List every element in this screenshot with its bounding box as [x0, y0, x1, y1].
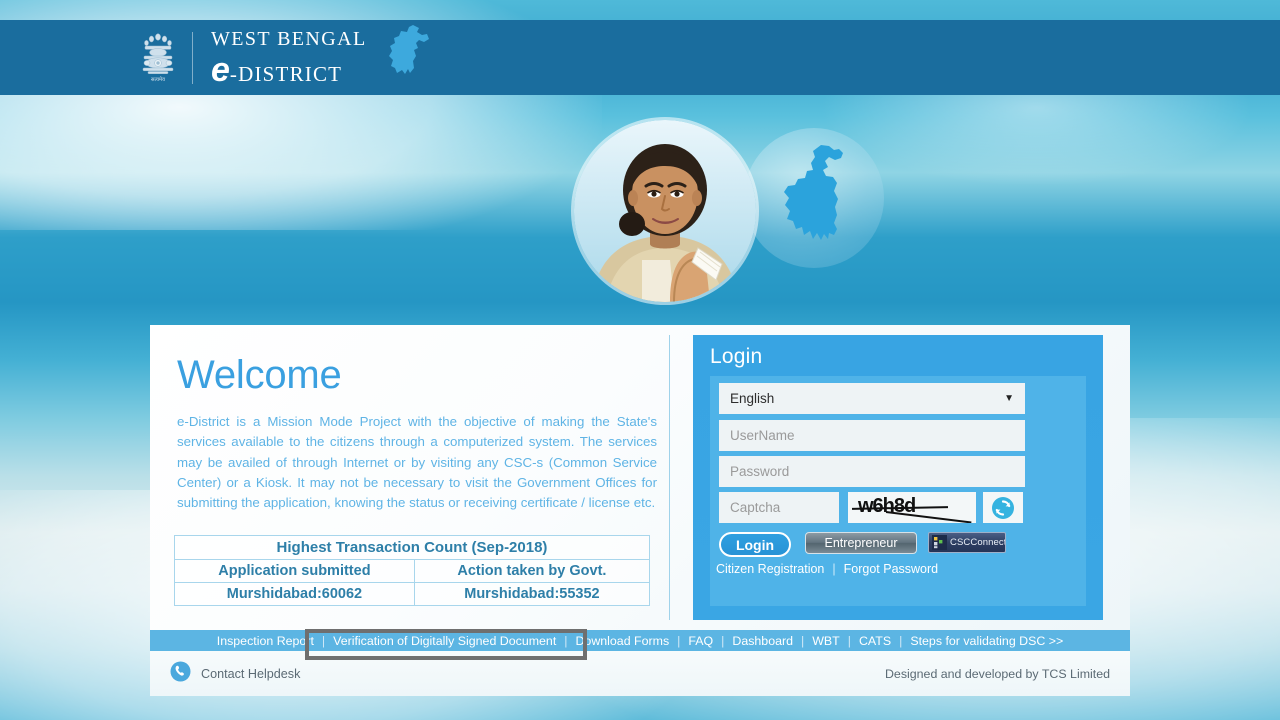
value-action-taken: Murshidabad:55352	[413, 582, 651, 606]
login-panel: Login English ▼ w6h8d	[693, 335, 1103, 620]
csc-connect-button[interactable]: CSCConnect	[928, 532, 1006, 553]
welcome-description: e-District is a Mission Mode Project wit…	[177, 414, 657, 511]
nav-cats[interactable]: CATS	[851, 634, 899, 648]
nav-steps-validating-dsc[interactable]: Steps for validating DSC >>	[902, 634, 1071, 648]
section-divider	[669, 335, 670, 620]
india-state-emblem-icon: सत्यमेव	[138, 27, 178, 89]
captcha-image: w6h8d	[848, 492, 976, 523]
login-panel-title: Login	[710, 345, 763, 368]
table-header-title: Highest Transaction Count (Sep-2018)	[174, 535, 650, 560]
nav-dashboard[interactable]: Dashboard	[724, 634, 801, 648]
csc-connect-label: CSCConnect	[950, 537, 1006, 548]
forgot-password-link[interactable]: Forgot Password	[844, 562, 938, 576]
header-divider	[192, 31, 193, 84]
citizen-registration-link[interactable]: Citizen Registration	[716, 562, 824, 576]
table-row: Highest Transaction Count (Sep-2018)	[174, 535, 650, 560]
nav-faq[interactable]: FAQ	[680, 634, 721, 648]
chevron-down-icon: ▼	[1004, 393, 1014, 404]
svg-text:सत्यमेव: सत्यमेव	[151, 76, 165, 83]
brand-line-west-bengal: West Bengal	[211, 27, 367, 50]
phone-icon	[170, 661, 191, 687]
nav-inspection-report[interactable]: Inspection Report	[209, 634, 322, 648]
table-row: Application submitted Action taken by Go…	[174, 559, 651, 583]
link-separator: |	[832, 562, 836, 576]
captcha-input[interactable]	[719, 492, 839, 523]
brand-district-text: -District	[229, 61, 343, 86]
language-selected-value: English	[730, 391, 775, 406]
brand-line-edistrict: e -District	[211, 53, 367, 87]
value-application-submitted: Murshidabad:60062	[174, 582, 415, 606]
chief-minister-portrait	[574, 120, 756, 302]
entrepreneur-button[interactable]: Entrepreneur	[805, 532, 917, 554]
bottom-bar: Contact Helpdesk Designed and developed …	[150, 651, 1130, 696]
site-brand: West Bengal e -District	[211, 29, 367, 87]
login-form: English ▼ w6h8d Login	[710, 376, 1086, 606]
nav-download-forms[interactable]: Download Forms	[567, 634, 677, 648]
csc-connect-icon	[932, 535, 947, 550]
column-header-action-taken: Action taken by Govt.	[413, 559, 651, 583]
hero-graphics	[574, 120, 886, 320]
username-input[interactable]	[719, 420, 1025, 451]
refresh-captcha-icon[interactable]	[983, 492, 1023, 523]
welcome-section: Welcome e-District is a Mission Mode Pro…	[177, 355, 657, 513]
contact-helpdesk-label: Contact Helpdesk	[201, 666, 301, 681]
contact-helpdesk-link[interactable]: Contact Helpdesk	[170, 661, 300, 687]
brand-e-letter: e	[211, 50, 230, 89]
transaction-count-table: Highest Transaction Count (Sep-2018) App…	[174, 535, 651, 606]
login-button[interactable]: Login	[719, 532, 791, 557]
main-content-card: Welcome e-District is a Mission Mode Pro…	[150, 325, 1130, 630]
credit-text: Designed and developed by TCS Limited	[884, 666, 1110, 681]
language-select[interactable]: English ▼	[719, 383, 1025, 414]
site-header: सत्यमेव West Bengal e -District	[0, 20, 1280, 95]
west-bengal-map-icon	[383, 23, 431, 86]
login-helper-links: Citizen Registration | Forgot Password	[716, 562, 938, 576]
west-bengal-map-graphic	[744, 128, 884, 268]
column-header-application-submitted: Application submitted	[174, 559, 415, 583]
nav-wbt[interactable]: WBT	[804, 634, 848, 648]
password-input[interactable]	[719, 456, 1025, 487]
hero-banner	[0, 95, 1280, 325]
table-row: Murshidabad:60062 Murshidabad:55352	[174, 582, 651, 606]
nav-verification-digitally-signed-document[interactable]: Verification of Digitally Signed Documen…	[325, 634, 564, 648]
header-brand-group: सत्यमेव West Bengal e -District	[138, 20, 431, 95]
footer-navigation: Inspection Report | Verification of Digi…	[150, 630, 1130, 651]
page-title: Welcome	[177, 353, 342, 397]
